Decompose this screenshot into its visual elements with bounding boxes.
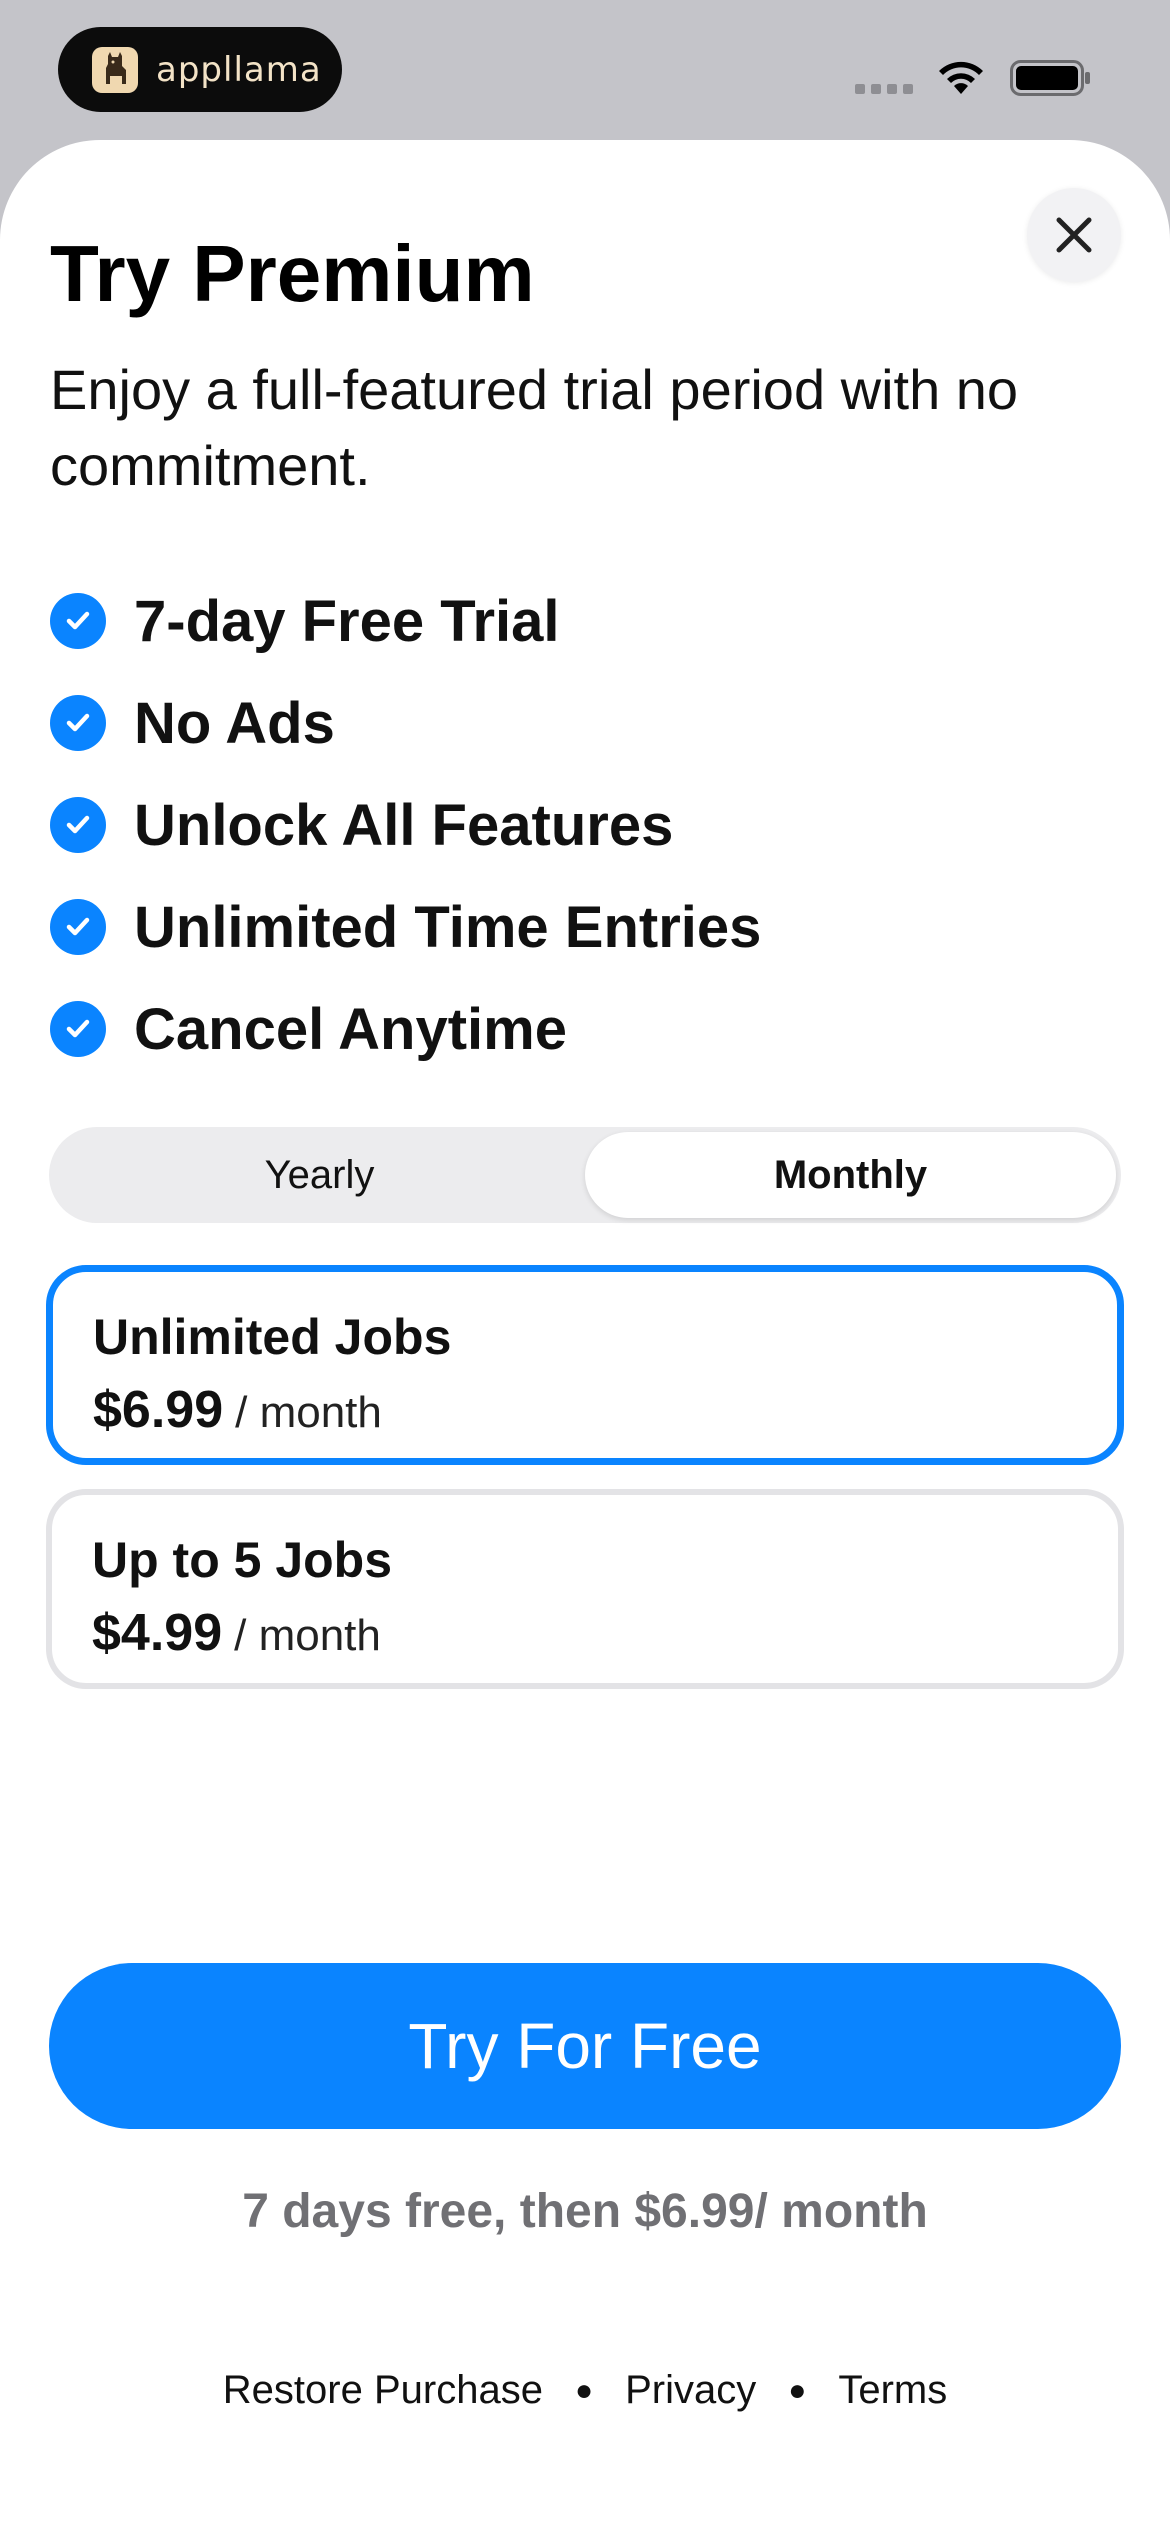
feature-list: 7-day Free Trial No Ads Unlock All Featu… [50, 570, 761, 1080]
trial-terms-note: 7 days free, then $6.99/ month [242, 2185, 928, 2238]
separator-dot: ● [574, 2373, 594, 2407]
privacy-link[interactable]: Privacy [625, 2368, 756, 2413]
feature-item: No Ads [50, 672, 761, 774]
plan-name: Unlimited Jobs [93, 1309, 452, 1365]
separator-dot: ● [788, 2373, 807, 2407]
battery-icon [1010, 60, 1090, 96]
plan-period: / month [235, 1388, 382, 1437]
footer-links: Restore Purchase ● Privacy ● Terms [0, 2368, 1170, 2413]
feature-item: Unlock All Features [50, 774, 761, 876]
plan-price: $6.99 [93, 1381, 224, 1439]
signal-dots-icon [855, 84, 913, 94]
checkmark-icon [50, 899, 106, 955]
feature-label: Unlock All Features [134, 792, 674, 858]
checkmark-icon [50, 1001, 106, 1057]
page-subtitle: Enjoy a full-featured trial period with … [50, 358, 1019, 497]
checkmark-icon [50, 797, 106, 853]
feature-label: No Ads [134, 690, 335, 756]
plan-price: $4.99 [92, 1604, 223, 1662]
restore-purchase-link[interactable]: Restore Purchase [223, 2368, 543, 2413]
close-icon [1056, 217, 1092, 253]
feature-item: 7-day Free Trial [50, 570, 761, 672]
feature-item: Cancel Anytime [50, 978, 761, 1080]
tab-monthly[interactable]: Monthly [585, 1132, 1116, 1218]
feature-label: Cancel Anytime [134, 996, 567, 1062]
plan-card-up-to-5-jobs[interactable]: Up to 5 Jobs $4.99 / month [46, 1489, 1124, 1689]
page-title: Try Premium [50, 229, 535, 318]
plan-name: Up to 5 Jobs [92, 1532, 393, 1588]
app-name: appllama [156, 49, 322, 90]
plan-period: / month [234, 1611, 381, 1660]
terms-link[interactable]: Terms [838, 2368, 947, 2413]
billing-period-toggle: Yearly Monthly [49, 1127, 1121, 1223]
feature-label: Unlimited Time Entries [134, 894, 762, 960]
try-for-free-button[interactable]: Try For Free [49, 1963, 1121, 2129]
llama-logo-icon [92, 46, 138, 93]
status-bar: appllama [0, 0, 1170, 140]
checkmark-icon [50, 593, 106, 649]
feature-item: Unlimited Time Entries [50, 876, 761, 978]
feature-label: 7-day Free Trial [134, 588, 560, 654]
close-button[interactable] [1027, 188, 1121, 282]
checkmark-icon [50, 695, 106, 751]
wifi-icon [939, 61, 983, 94]
tab-yearly[interactable]: Yearly [54, 1132, 585, 1218]
plan-card-unlimited-jobs[interactable]: Unlimited Jobs $6.99 / month [46, 1265, 1124, 1465]
app-badge: appllama [58, 27, 342, 112]
